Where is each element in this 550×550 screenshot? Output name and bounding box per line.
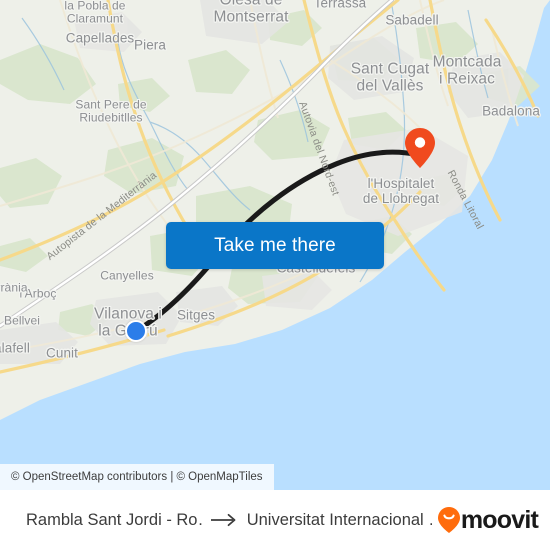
moovit-route-preview: la Pobla de Claramunt Olesa de Montserrat… xyxy=(0,0,550,550)
route-origin-label: Rambla Sant Jordi - Ro… xyxy=(26,510,202,529)
arrow-right-icon xyxy=(210,513,236,527)
origin-location-dot[interactable] xyxy=(125,320,147,342)
moovit-wordmark: moovit xyxy=(460,505,539,534)
route-destination-label: Universitat Internacional … xyxy=(246,510,432,529)
destination-location-pin[interactable] xyxy=(405,128,435,168)
take-me-there-button[interactable]: Take me there xyxy=(166,222,384,269)
moovit-pin-icon xyxy=(437,507,460,533)
footer-bar: Rambla Sant Jordi - Ro… Universitat Inte… xyxy=(0,490,550,550)
moovit-logo[interactable]: moovit xyxy=(437,505,539,535)
route-summary: Rambla Sant Jordi - Ro… Universitat Inte… xyxy=(26,511,432,530)
attribution-text[interactable]: © OpenStreetMap contributors | © OpenMap… xyxy=(11,471,263,483)
map-pin-icon xyxy=(405,128,435,168)
map-canvas[interactable]: la Pobla de Claramunt Olesa de Montserrat… xyxy=(0,0,550,490)
map-attribution: © OpenStreetMap contributors | © OpenMap… xyxy=(0,464,274,490)
